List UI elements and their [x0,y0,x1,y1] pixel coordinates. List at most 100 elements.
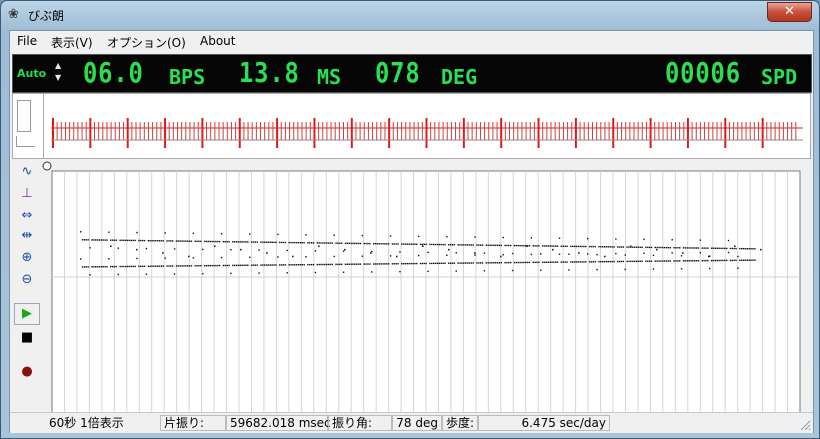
data-point [166,265,168,267]
data-point [712,247,715,249]
data-point [153,265,155,267]
menu-about[interactable]: About [200,34,235,48]
data-point [555,261,557,263]
data-point [93,239,95,241]
data-point [245,241,247,243]
play-icon[interactable]: ▶ [14,303,40,325]
data-point [284,241,287,244]
data-point [543,261,546,263]
data-point [449,244,452,246]
data-point [96,239,99,241]
data-point [596,268,598,271]
stop-icon[interactable]: ■ [14,327,40,349]
data-point [692,260,694,262]
level-icon[interactable]: ⊥ [14,183,40,205]
data-point [594,245,596,248]
data-point [530,237,533,239]
level-slider[interactable] [16,136,35,147]
data-point [292,264,294,266]
data-point [476,244,478,246]
data-point [402,243,405,245]
data-point [560,245,563,247]
data-point [205,264,208,267]
data-point [748,248,750,250]
data-point [431,243,433,246]
spin-down-icon[interactable]: ▼ [55,72,65,84]
data-point [374,243,377,245]
menu-bar: File 表示(V) オプション(O) About [10,31,813,52]
data-point [690,260,692,262]
data-point [517,244,519,247]
data-point [179,265,181,267]
data-point [660,260,662,262]
data-point [464,244,467,246]
data-point [731,259,733,262]
data-point [611,246,613,248]
data-point [464,262,467,264]
data-point [168,265,170,267]
wave-icon[interactable]: ∿ [14,161,40,183]
menu-options[interactable]: オプション(O) [107,34,186,51]
mode-label[interactable]: Auto [17,67,46,80]
waveform-panel [12,93,811,159]
data-point [384,243,386,245]
data-point [130,239,133,242]
data-point [472,262,474,264]
data-point [367,242,369,245]
data-point [267,241,270,243]
data-point [423,243,426,246]
data-point [628,246,630,248]
data-point [391,263,394,265]
data-point [151,240,153,242]
data-point [543,245,546,247]
data-point [271,241,273,244]
zoom-in-icon[interactable]: ⊕ [14,247,40,269]
data-point [740,259,743,261]
record-icon[interactable]: ● [14,361,40,383]
shrink-horizontal-icon[interactable]: ⇹ [14,225,40,247]
data-point [587,237,589,240]
data-point [461,244,463,246]
data-point [414,262,416,265]
data-point [365,263,367,265]
data-point [192,257,195,259]
data-point [235,264,238,267]
data-point [102,239,104,241]
data-point [709,267,711,270]
spin-up-icon[interactable]: ▲ [55,60,65,72]
data-point [378,243,380,245]
data-point [164,257,166,259]
close-button[interactable]: ✕ [767,2,812,22]
data-point [115,239,118,241]
data-point [224,240,226,243]
menu-view[interactable]: 表示(V) [51,34,93,51]
data-point [258,272,260,274]
data-point [337,263,339,266]
data-point [203,265,206,267]
data-point [202,248,204,251]
data-point [232,241,234,243]
data-point [508,261,510,264]
title-bar[interactable]: ❀ びぶ朗 ✕ [1,1,819,29]
resize-grip-icon[interactable] [799,419,811,431]
data-point [617,260,619,263]
plot-origin-handle[interactable] [42,161,52,171]
data-point [198,240,200,243]
data-point [172,265,174,267]
data-point [185,240,187,242]
expand-horizontal-icon[interactable]: ⇔ [14,205,40,227]
data-point [502,254,504,256]
status-half-value: 59682.018 msec [226,415,331,431]
data-point [359,263,362,265]
menu-file[interactable]: File [17,34,37,48]
data-point [136,248,138,251]
data-point [470,262,472,264]
data-point [453,244,456,246]
data-point [596,253,598,256]
data-point [540,253,542,255]
mode-spinner[interactable]: ▲ ▼ [55,60,65,86]
data-point [372,242,375,245]
data-point [222,240,225,243]
data-point [196,240,198,243]
zoom-out-icon[interactable]: ⊖ [14,269,40,291]
